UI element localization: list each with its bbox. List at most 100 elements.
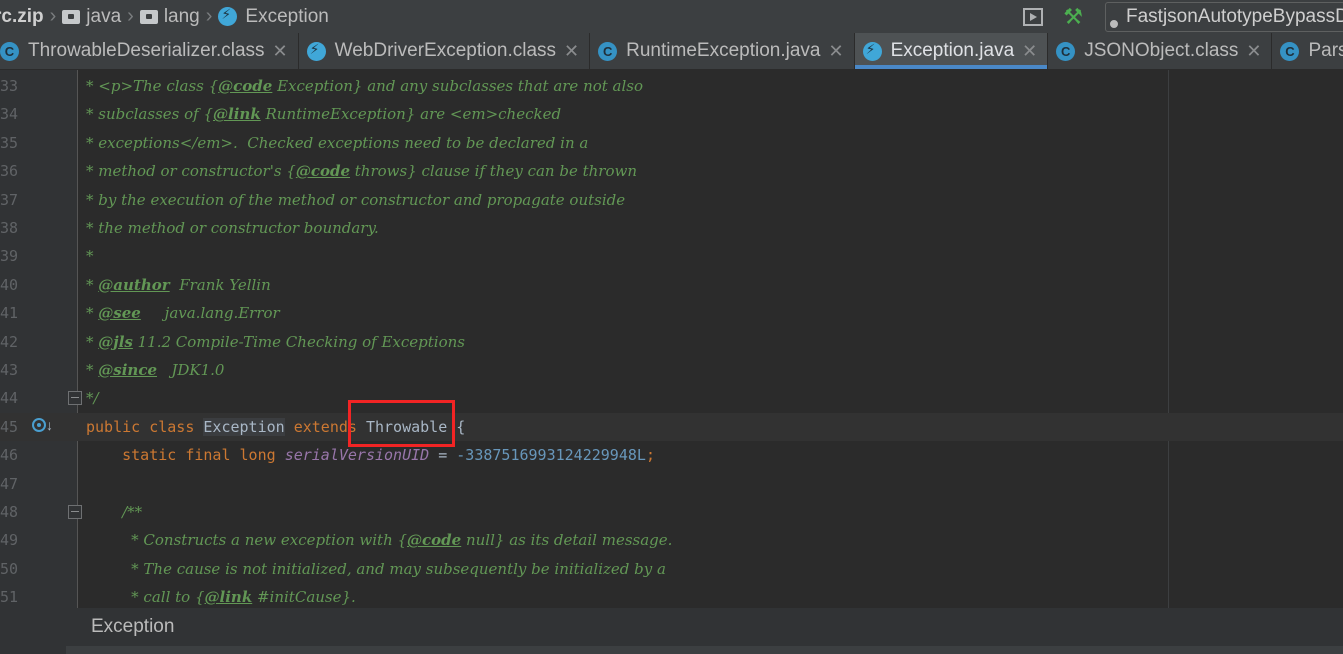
code-token: Exception} and any subclasses that are n…: [272, 77, 644, 95]
implementation-marker-icon[interactable]: [32, 417, 46, 432]
exception-class-icon: [218, 6, 238, 26]
build-hammer-icon[interactable]: ⚒: [1063, 4, 1083, 30]
tab-label: Exception.java: [890, 40, 1015, 61]
code-line[interactable]: 42 * @jls 11.2 Compile-Time Checking of E…: [0, 328, 1343, 356]
line-number: 48: [0, 503, 19, 521]
code-token: @author: [98, 275, 170, 294]
line-number: 41: [0, 304, 19, 323]
code-text: * method or constructor's {@code throws}…: [86, 157, 637, 185]
tab-label: Pars: [1308, 40, 1343, 61]
tab-exception-java[interactable]: Exception.java ✕: [854, 33, 1049, 69]
breadcrumb-separator-icon: ›: [205, 5, 213, 27]
breadcrumb-item-lang[interactable]: lang: [139, 6, 200, 28]
close-icon[interactable]: ✕: [1022, 41, 1037, 62]
code-line[interactable]: 45 public class Exception extends Throwab…: [0, 412, 1343, 441]
code-line[interactable]: 41 * @see java.lang.Error: [0, 299, 1343, 327]
code-line[interactable]: 34 * subclasses of {@link RuntimeExceptio…: [0, 100, 1343, 128]
line-number: 40: [0, 275, 19, 294]
run-configuration-selector[interactable]: FastjsonAutotypeBypassD: [1105, 1, 1343, 32]
line-number: 38: [0, 219, 19, 237]
line-number: 34: [0, 105, 19, 124]
breadcrumb-separator-icon: ›: [127, 5, 134, 27]
code-editor[interactable]: 33 * <p>The class { @code Exception} and a…: [0, 70, 1343, 608]
code-text: * @jls 11.2 Compile-Time Checking of Exc…: [86, 328, 465, 356]
code-token: serialVersionUID: [284, 446, 430, 465]
code-token: @link: [204, 588, 253, 607]
code-text: * @since JDK1.0: [86, 356, 224, 384]
code-line[interactable]: 47: [0, 470, 1343, 498]
code-token: JDK1.0: [157, 361, 225, 379]
code-line[interactable]: 38 * the method or constructor boundary.: [0, 214, 1343, 242]
class-icon: C: [0, 41, 19, 61]
code-line[interactable]: 46 static final long serialVersionUID = …: [0, 441, 1343, 469]
tab-jsonobject[interactable]: C JSONObject.class ✕: [1048, 33, 1273, 69]
fold-toggle-icon[interactable]: [68, 391, 82, 406]
code-token: * by the execution of the method or cons…: [86, 190, 626, 209]
code-line[interactable]: 48 /**: [0, 498, 1343, 526]
tab-throwable-deserializer[interactable]: C ThrowableDeserializer.class ✕: [0, 33, 299, 69]
code-token: *: [86, 361, 99, 379]
line-number: 44: [0, 389, 19, 408]
code-line[interactable]: 51 * call to {@link #initCause}.: [0, 583, 1343, 608]
code-line[interactable]: 43 * @since JDK1.0: [0, 356, 1343, 384]
tab-webdriver-exception[interactable]: WebDriverException.class ✕: [299, 33, 591, 69]
close-icon[interactable]: ✕: [1246, 41, 1261, 62]
breadcrumb-item-java[interactable]: java: [62, 6, 121, 28]
breadcrumb-item-exception[interactable]: Exception: [218, 6, 329, 28]
line-number: 45: [0, 417, 19, 436]
code-line[interactable]: 44 */: [0, 384, 1343, 412]
line-number: 39: [0, 247, 19, 266]
code-line[interactable]: 50 * The cause is not initialized, and m…: [0, 555, 1343, 583]
tab-pars[interactable]: C Pars: [1272, 33, 1343, 69]
code-line[interactable]: 49 * Constructs a new exception with {@c…: [0, 526, 1343, 554]
class-icon: C: [598, 41, 618, 61]
code-token: =: [429, 446, 457, 465]
tab-runtime-exception[interactable]: C RuntimeException.java ✕: [590, 33, 855, 69]
code-token: @since: [98, 361, 158, 379]
code-token: #initCause}.: [252, 588, 356, 607]
code-token: *: [86, 332, 99, 351]
code-line[interactable]: 33 * <p>The class {@code Exception} and a…: [0, 72, 1343, 100]
breadcrumb-label: java: [86, 5, 122, 27]
breadcrumb-item-archive[interactable]: rc.zip: [0, 6, 44, 28]
code-line[interactable]: 35 * exceptions</em>. Checked exceptions …: [0, 129, 1343, 157]
code-line[interactable]: 40 * @author Frank Yellin: [0, 271, 1343, 299]
close-icon[interactable]: ✕: [564, 41, 579, 62]
fold-toggle-icon[interactable]: [68, 505, 82, 519]
code-text: * the method or constructor boundary.: [86, 214, 379, 242]
code-token: 11.2 Compile-Time Checking of Exceptions: [132, 332, 465, 351]
close-icon[interactable]: ✕: [828, 41, 843, 62]
code-token: @jls: [98, 332, 133, 351]
editor-breadcrumb-bar: Exception: [0, 608, 1343, 654]
code-token: java.lang.Error: [140, 304, 280, 323]
code-token: *: [86, 247, 94, 266]
code-line[interactable]: 39 *: [0, 242, 1343, 270]
line-number: 36: [0, 162, 19, 181]
line-number: 51: [0, 588, 19, 607]
run-window-icon[interactable]: [1023, 7, 1044, 26]
code-text: * @author Frank Yellin: [86, 271, 271, 299]
code-token: * the method or constructor boundary.: [86, 219, 379, 237]
class-icon: C: [1280, 41, 1300, 61]
code-text: * The cause is not initialized, and may …: [86, 555, 666, 583]
structure-breadcrumb-exception[interactable]: Exception: [91, 616, 174, 638]
code-line[interactable]: 36 * method or constructor's {@code throw…: [0, 157, 1343, 185]
tab-label: WebDriverException.class: [334, 40, 557, 61]
code-token: /**: [122, 503, 143, 521]
code-token: @code: [407, 531, 462, 550]
code-token: * <p>The class {: [86, 77, 219, 95]
code-text: /**: [86, 498, 142, 526]
code-line[interactable]: 37 * by the execution of the method or co…: [0, 186, 1343, 214]
line-number: 33: [0, 77, 19, 95]
line-number: 50: [0, 559, 19, 578]
tab-label: RuntimeException.java: [626, 40, 821, 61]
close-icon[interactable]: ✕: [273, 41, 288, 62]
code-token: * The cause is not initialized, and may …: [131, 559, 666, 578]
code-token: RuntimeException} are <em>checked: [260, 105, 562, 124]
code-token: * subclasses of {: [86, 105, 214, 124]
code-token: @code: [295, 162, 351, 181]
code-token: * method or constructor's {: [86, 162, 296, 181]
package-folder-icon: [62, 9, 81, 24]
